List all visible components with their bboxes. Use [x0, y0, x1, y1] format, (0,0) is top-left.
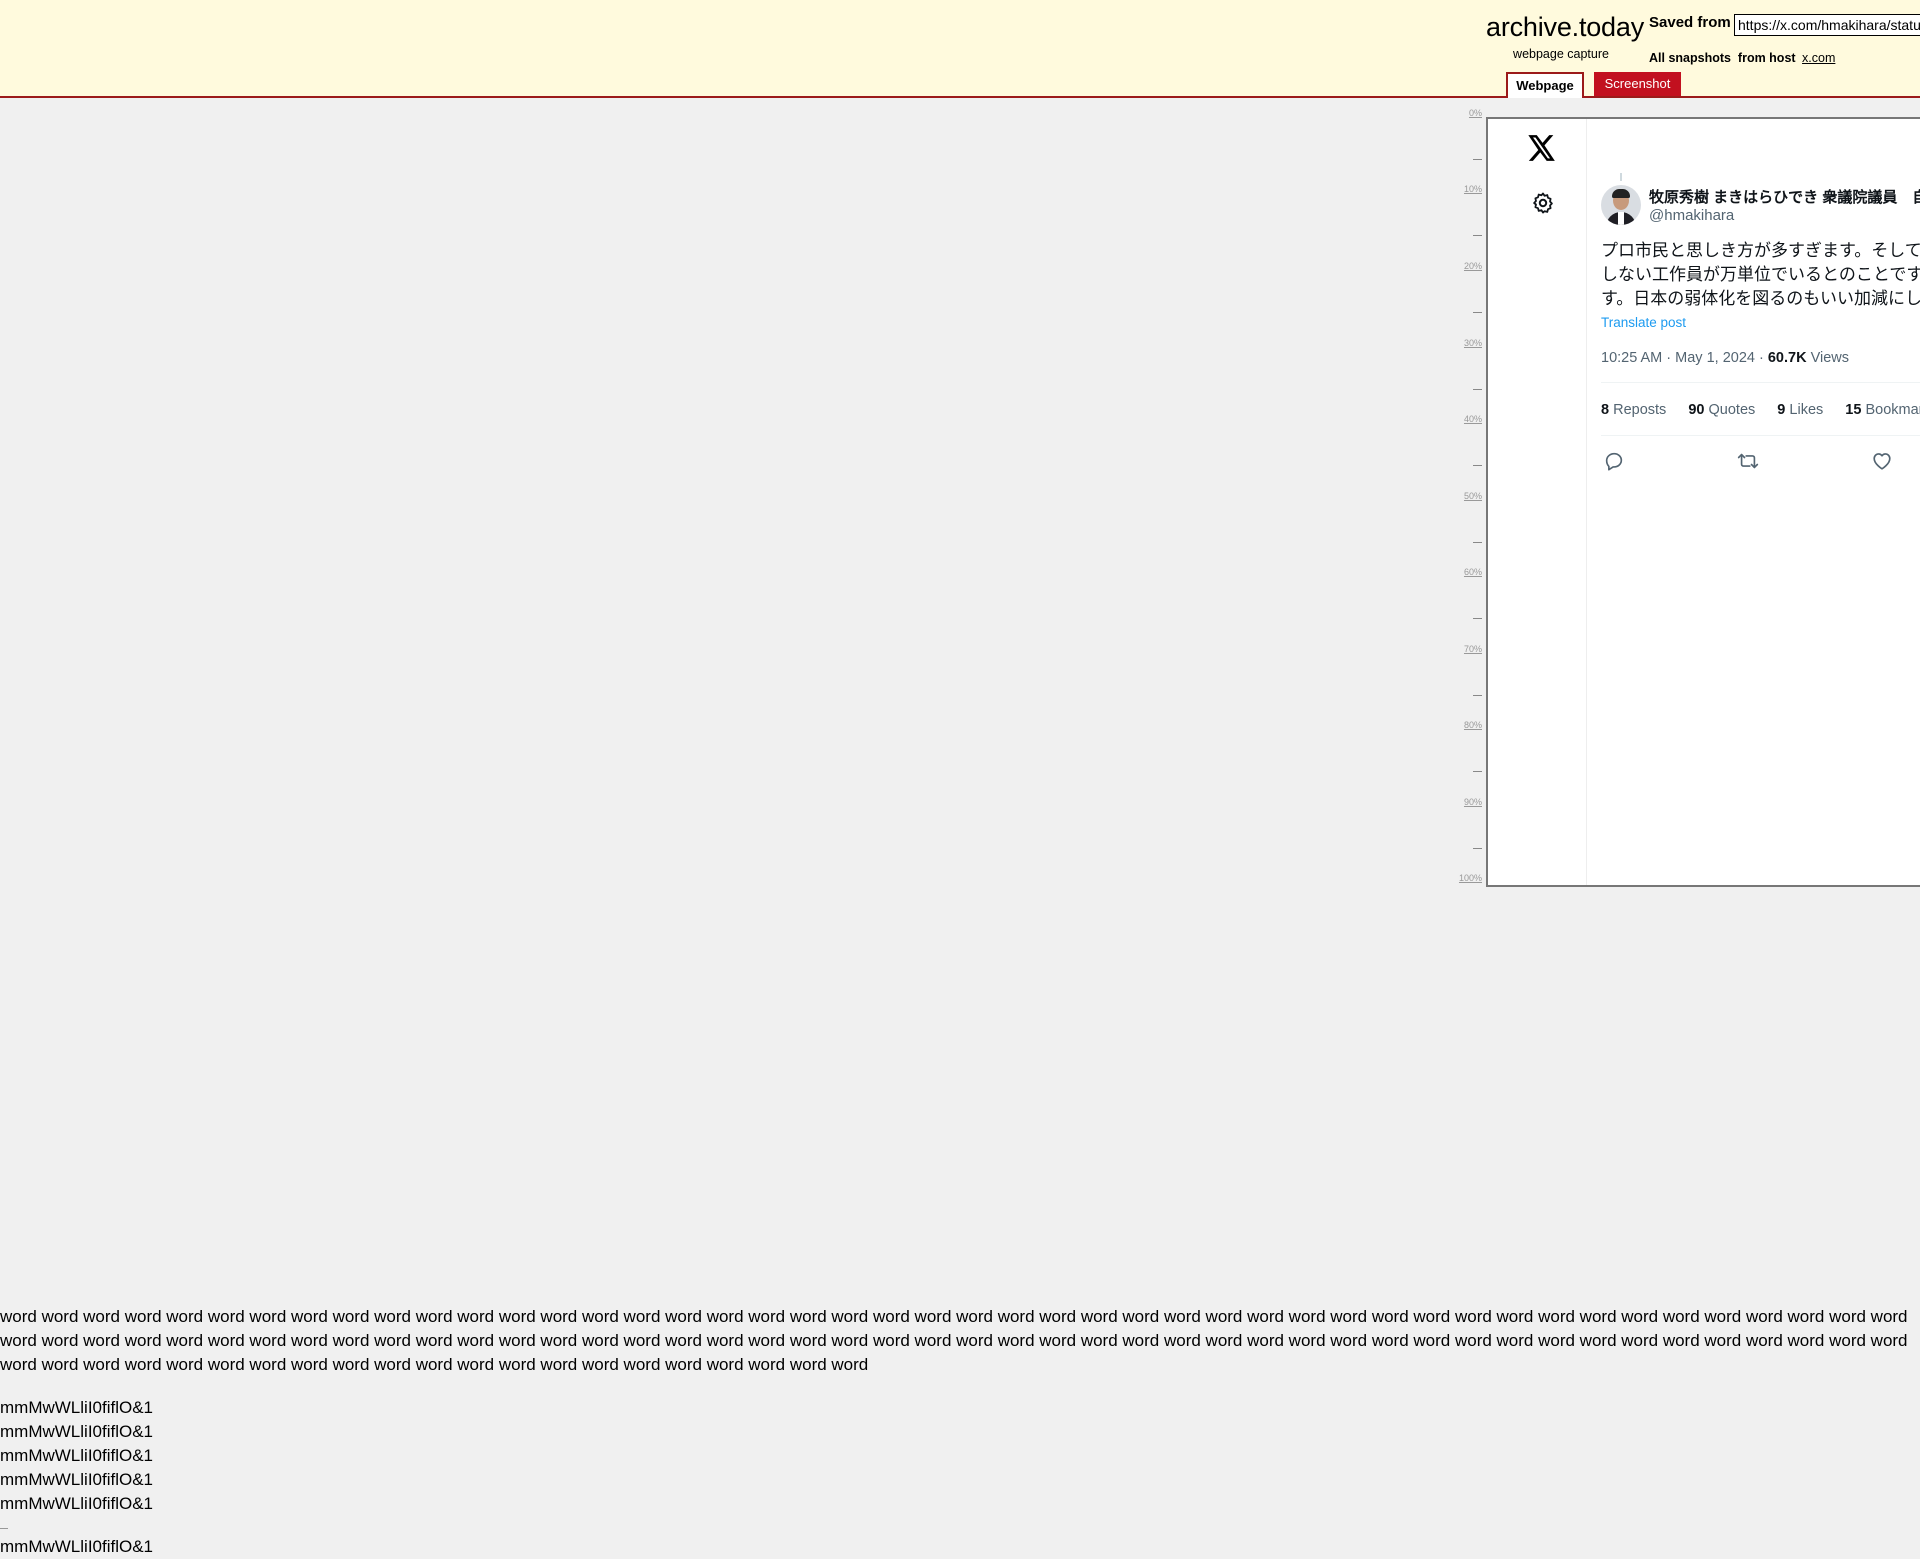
repost-icon[interactable] [1737, 450, 1759, 472]
ruler-tick [1473, 848, 1482, 849]
views-label: Views [1810, 350, 1850, 366]
author-handle[interactable]: @hmakihara [1649, 207, 1734, 224]
snapshots-line: All snapshots from host x.com [1649, 51, 1835, 65]
tweet-text-line: しない工作員が万単位でいるとのことです [1601, 265, 1920, 285]
stat-label: Likes [1789, 402, 1824, 418]
reply-icon[interactable] [1603, 450, 1625, 472]
archive-brand[interactable]: archive.today webpage capture [1486, 12, 1644, 61]
ruler-label[interactable]: 40% [1464, 414, 1482, 424]
glyph-test-line: mmMwWLliI0fiflO&1 [0, 1470, 154, 1489]
stat-reposts[interactable]: 8 Reposts [1601, 402, 1666, 418]
stat-quotes[interactable]: 90 Quotes [1688, 402, 1755, 418]
ruler-tick [1473, 235, 1482, 236]
ruler-label[interactable]: 20% [1464, 261, 1482, 271]
tweet-text-line: プロ市民と思しき方が多すぎます。そして [1601, 241, 1920, 261]
ruler-tick [1473, 465, 1482, 466]
meta-dot: · [1666, 350, 1676, 366]
divider [1601, 435, 1920, 436]
brand-subtitle: webpage capture [1513, 47, 1609, 61]
meta-dot: · [1759, 350, 1768, 366]
ruler-tick [1473, 695, 1482, 696]
x-logo-icon[interactable] [1528, 135, 1556, 161]
ruler-label[interactable]: 90% [1464, 797, 1482, 807]
ruler-tick [1473, 159, 1482, 160]
all-snapshots-link[interactable]: All snapshots [1649, 51, 1731, 65]
tweet-meta: 10:25 AM · May 1, 2024 · 60.7K Views [1601, 350, 1849, 366]
captured-page-frame: 牧原秀樹 まきはらひでき 衆議院議員 自 @hmakihara プロ市民と思しき… [1486, 117, 1920, 887]
brand-name[interactable]: archive.today [1486, 12, 1644, 43]
like-heart-icon[interactable] [1871, 450, 1893, 472]
glyph-test-line: mmMwWLliI0fiflO&1 [0, 1494, 154, 1513]
avatar[interactable] [1601, 185, 1641, 225]
ruler-tick [1473, 618, 1482, 619]
tweet-text-line: す。日本の弱体化を図るのもいい加減にし [1601, 289, 1920, 309]
stat-likes[interactable]: 9 Likes [1777, 402, 1823, 418]
tweet-text: プロ市民と思しき方が多すぎます。そして しない工作員が万単位でいるとのことです … [1601, 239, 1920, 311]
tab-screenshot[interactable]: Screenshot [1594, 72, 1681, 96]
host-link[interactable]: x.com [1802, 51, 1835, 65]
ruler-tick [1473, 771, 1482, 772]
word-test-paragraph: word word word word word word word word … [0, 1307, 1908, 1374]
views-count: 60.7K [1767, 350, 1807, 366]
glyph-test-line: mmMwWLliI0fiflO&1 [0, 1398, 154, 1417]
ruler-label[interactable]: 60% [1464, 567, 1482, 577]
ruler-label[interactable]: 50% [1464, 491, 1482, 501]
ruler-label[interactable]: 10% [1464, 184, 1482, 194]
stat-count: 15 [1845, 402, 1862, 418]
tweet-date[interactable]: May 1, 2024 [1675, 350, 1755, 366]
saved-url-field[interactable]: https://x.com/hmakihara/status/178548951… [1734, 14, 1920, 36]
stat-count: 90 [1688, 402, 1705, 418]
stat-label: Quotes [1708, 402, 1756, 418]
saved-from-label: Saved from [1649, 14, 1731, 31]
glyph-test-line: mmMwWLliI0fiflO&1 [0, 1422, 154, 1441]
ruler-tick [1473, 542, 1482, 543]
stat-count: 8 [1601, 402, 1610, 418]
stat-label: Bookmark [1865, 402, 1920, 418]
glyph-test-line: mmMwWLliI0fiflO&1 [0, 1537, 154, 1556]
tweet-time[interactable]: 10:25 AM [1601, 350, 1662, 366]
stat-bookmarks[interactable]: 15 Bookmark [1845, 402, 1920, 418]
ruler-tick [1473, 389, 1482, 390]
tab-webpage[interactable]: Webpage [1506, 72, 1584, 98]
x-sidebar [1488, 119, 1587, 885]
engagement-stats: 8 Reposts 90 Quotes 9 Likes 15 Bookmark [1601, 402, 1920, 418]
ruler-label[interactable]: 80% [1464, 720, 1482, 730]
ruler-tick [1473, 312, 1482, 313]
thread-connector [1620, 173, 1622, 181]
author-display-name[interactable]: 牧原秀樹 まきはらひでき 衆議院議員 自 [1649, 186, 1920, 207]
divider [1601, 382, 1920, 383]
ruler-label[interactable]: 30% [1464, 338, 1482, 348]
scroll-ruler: 0% 10% 20% 30% 40% 50% 60% 70% 80% 90% 1… [1446, 108, 1484, 888]
settings-gear-icon[interactable] [1531, 191, 1555, 215]
glyph-test-line: mmMwWLliI0fiflO&1 [0, 1446, 154, 1465]
archive-header: archive.today webpage capture Saved from… [0, 0, 1920, 98]
ruler-label[interactable]: 100% [1459, 873, 1482, 883]
separator-dash [0, 1528, 8, 1529]
stat-label: Reposts [1613, 402, 1667, 418]
ruler-label[interactable]: 0% [1469, 108, 1482, 118]
from-host-label: from host [1737, 51, 1796, 65]
stat-count: 9 [1777, 402, 1786, 418]
ruler-label[interactable]: 70% [1464, 644, 1482, 654]
translate-post-link[interactable]: Translate post [1601, 315, 1686, 330]
